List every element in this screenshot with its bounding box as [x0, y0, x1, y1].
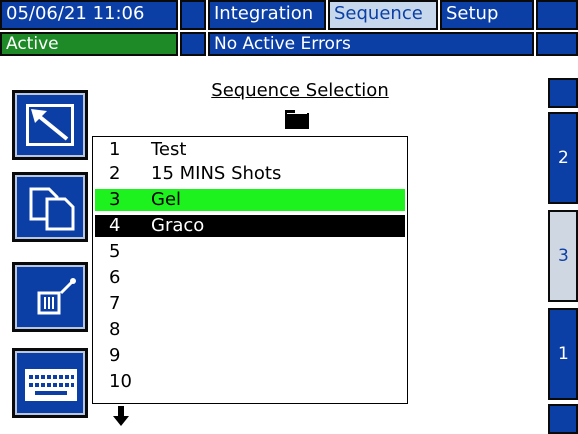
erase-icon: [29, 275, 79, 327]
status-spacer: [180, 32, 206, 56]
list-item[interactable]: 9: [95, 345, 405, 367]
tab-sequence[interactable]: Sequence: [328, 0, 438, 30]
list-item[interactable]: 8: [95, 319, 405, 341]
tab-integration-label: Integration: [214, 3, 314, 24]
folder-icon[interactable]: [283, 108, 311, 130]
down-arrow-icon[interactable]: [112, 406, 130, 428]
erase-button[interactable]: [12, 262, 88, 332]
side-tab-2-label: 2: [558, 148, 569, 168]
row-number: 5: [109, 241, 121, 262]
row-number: 8: [109, 319, 121, 340]
side-tab-bottom[interactable]: [548, 404, 578, 434]
error-status-text: No Active Errors: [214, 34, 351, 54]
row-name: Gel: [151, 189, 182, 210]
datetime-display: 05/06/21 11:06: [0, 0, 178, 30]
row-number: 1: [109, 139, 121, 160]
page-title: Sequence Selection: [150, 80, 450, 104]
status-text: Active: [6, 34, 59, 54]
row-number: 10: [109, 371, 132, 392]
header-spacer-1: [180, 0, 206, 30]
side-tab-3[interactable]: 3: [548, 210, 578, 302]
list-item[interactable]: 5: [95, 241, 405, 263]
row-number: 3: [109, 189, 121, 210]
row-name: Test: [151, 139, 187, 160]
exit-button[interactable]: [12, 90, 88, 160]
list-item-selected-green[interactable]: 3 Gel: [95, 189, 405, 211]
side-tab-2[interactable]: 2: [548, 112, 578, 204]
side-tab-top[interactable]: [548, 78, 578, 108]
error-status: No Active Errors: [208, 32, 534, 56]
tab-setup-label: Setup: [446, 3, 499, 24]
row-number: 6: [109, 267, 121, 288]
keyboard-button[interactable]: [12, 348, 88, 418]
copy-icon: [25, 181, 79, 239]
row-number: 4: [109, 215, 121, 236]
datetime-text: 05/06/21 11:06: [6, 3, 145, 24]
row-number: 2: [109, 163, 121, 184]
list-item[interactable]: 6: [95, 267, 405, 289]
list-item[interactable]: 7: [95, 293, 405, 315]
copy-button[interactable]: [12, 172, 88, 242]
row-number: 9: [109, 345, 121, 366]
exit-arrow-icon: [21, 99, 79, 155]
tab-integration[interactable]: Integration: [208, 0, 326, 30]
list-item[interactable]: 10: [95, 371, 405, 393]
tab-setup[interactable]: Setup: [440, 0, 534, 30]
status-end: [536, 32, 578, 56]
side-tab-1-label: 1: [558, 344, 569, 364]
tab-more[interactable]: [536, 0, 578, 30]
page-title-text: Sequence Selection: [211, 80, 389, 101]
row-name: 15 MINS Shots: [151, 163, 282, 184]
keyboard-icon: [23, 367, 79, 407]
side-tab-3-label: 3: [558, 246, 569, 266]
list-item-selected-black[interactable]: 4 Graco: [95, 215, 405, 237]
list-item[interactable]: 2 15 MINS Shots: [95, 163, 405, 185]
sequence-list[interactable]: 1 Test 2 15 MINS Shots 3 Gel 4 Graco 5 6…: [92, 136, 408, 404]
list-item[interactable]: 1 Test: [95, 139, 405, 161]
status-badge: Active: [0, 32, 178, 56]
side-tab-1[interactable]: 1: [548, 308, 578, 400]
row-number: 7: [109, 293, 121, 314]
row-name: Graco: [151, 215, 205, 236]
tab-sequence-label: Sequence: [334, 3, 423, 24]
